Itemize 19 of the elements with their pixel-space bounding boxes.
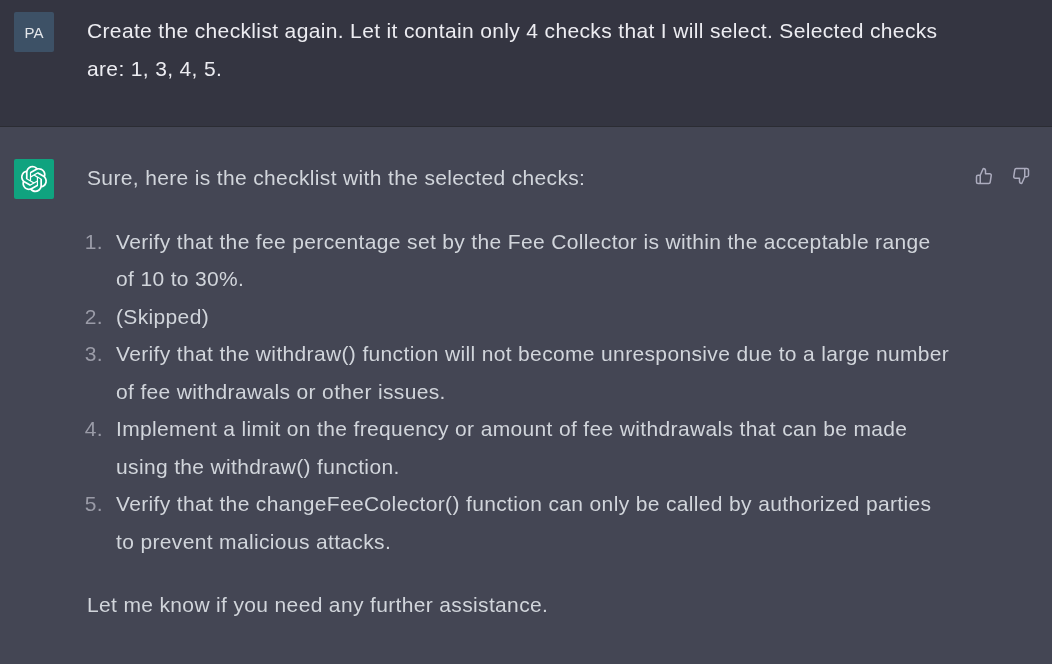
- list-item-text: Verify that the fee percentage set by the Fee Collector is within the acceptable range of 10 to 30%.: [116, 228, 932, 292]
- message-text: Sure, here is the checklist with the selected checks:: [87, 165, 587, 191]
- knot-logo-icon: [14, 159, 54, 199]
- list-item-text: Verify that the changeFeeColector() function can only be called by authorized parties to prevent malicious attacks.: [116, 491, 933, 555]
- list-number: 5.: [84, 491, 104, 517]
- thumbs-up-button[interactable]: [975, 167, 993, 185]
- list-item-text: Verify that the withdraw() function will not become unresponsive due to a large number of fee withdrawals or other issues.: [116, 341, 951, 405]
- list-number: 1.: [84, 228, 104, 255]
- thumbs-down-icon: [1012, 167, 1030, 185]
- list-item-text: Implement a limit on the frequency or amount of fee withdrawals that can be made using the withdraw() function.: [116, 416, 909, 480]
- list-item-text: (Skipped): [116, 303, 211, 330]
- thumbs-up-icon: [975, 167, 993, 185]
- user-avatar: PA: [14, 12, 54, 52]
- list-number: 3.: [84, 341, 104, 367]
- message-text: Let me know if you need any further assistance.: [87, 592, 550, 618]
- thumbs-down-button[interactable]: [1012, 167, 1030, 185]
- list-number: 4.: [84, 416, 104, 442]
- list-number: 2.: [84, 303, 104, 330]
- message-text: Create the checklist again. Let it contain only 4 checks that I will select. Selected checks are: 1, 3, 4, 5.: [87, 18, 939, 82]
